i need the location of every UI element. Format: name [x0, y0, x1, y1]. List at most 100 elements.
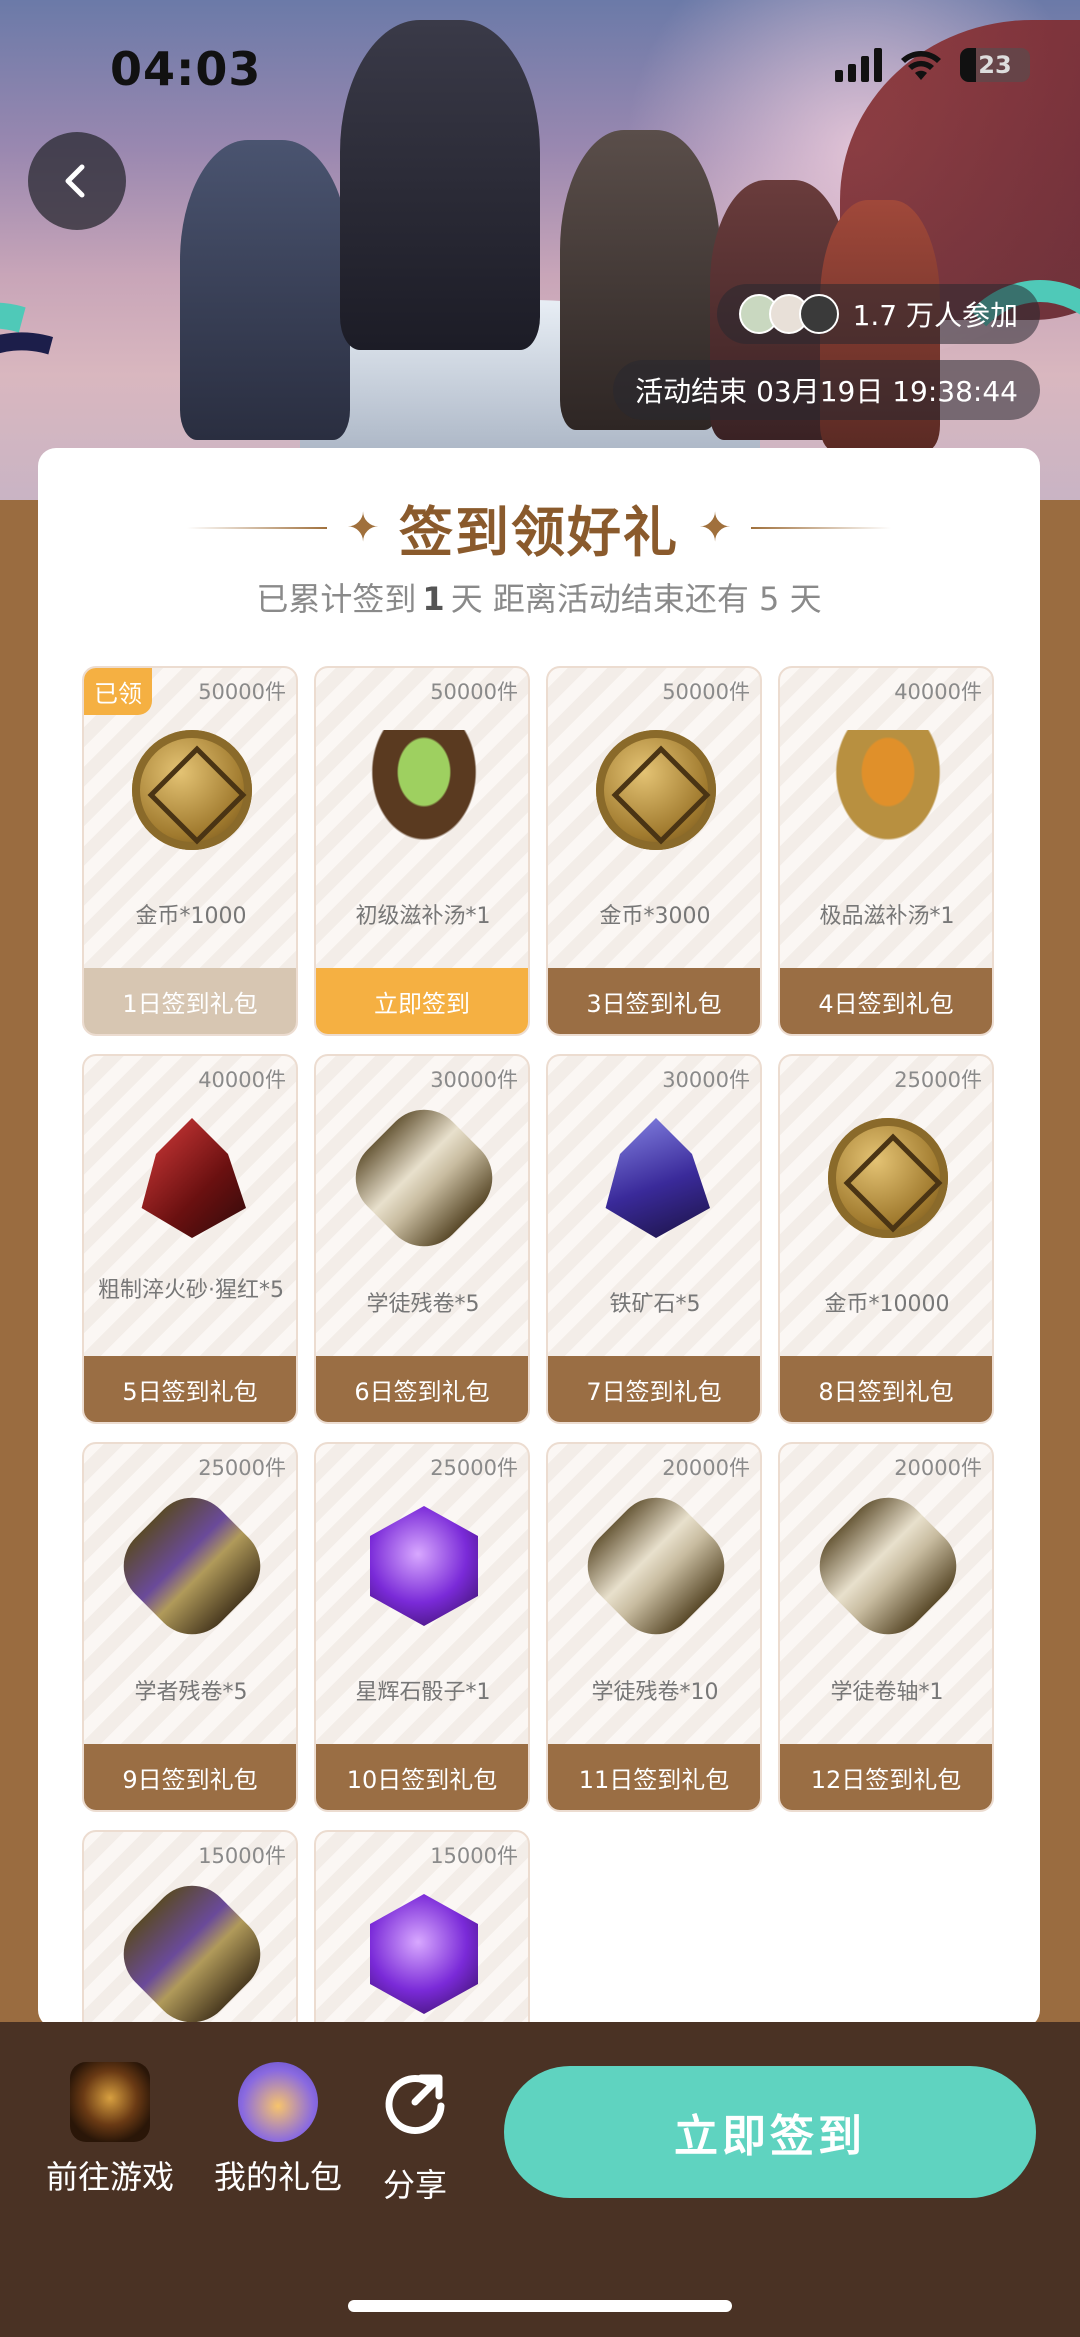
share-label: 分享: [382, 2166, 447, 2204]
reward-stock-count: 15000件: [430, 1844, 518, 1868]
claimed-badge: 已领: [84, 668, 152, 715]
sparkle-icon: ✦: [346, 504, 380, 551]
reward-name: 初级滋补汤*1: [355, 904, 491, 929]
scroll-fragment-icon: [571, 1481, 741, 1651]
share-icon: [385, 2074, 445, 2134]
reward-name: 学徒残卷*5: [366, 1292, 480, 1317]
reward-tile[interactable]: 50000件金币*3000 3日签到礼包: [546, 666, 762, 1036]
share-button[interactable]: 分享: [370, 2062, 460, 2206]
reward-name: 星辉石骰子*1: [355, 1680, 491, 1705]
participants-badge: 1.7 万人参加: [716, 284, 1040, 344]
reward-stock-count: 20000件: [894, 1456, 982, 1480]
reward-tile[interactable]: 50000件初级滋补汤*1 立即签到: [314, 666, 530, 1036]
signin-progress-text: 已累计签到 1 天 距离活动结束还有 5 天: [256, 580, 822, 618]
signin-card: ✦ 签到领好礼 ✦ 已累计签到 1 天 距离活动结束还有 5 天 50000件 已领金…: [38, 448, 1040, 2200]
reward-name: 学徒卷轴*1: [830, 1680, 944, 1705]
reward-tile[interactable]: 20000件学徒残卷*10 11日签到礼包: [546, 1442, 762, 1812]
go-to-game-label: 前往游戏: [45, 2158, 174, 2196]
dark-knight-figure: [340, 20, 540, 350]
gold-coin-icon: [132, 730, 252, 850]
bottom-action-bar: 前往游戏 我的礼包 分享 立即签到: [0, 2022, 1080, 2337]
reward-stock-count: 20000件: [662, 1456, 750, 1480]
reward-tile[interactable]: 50000件 已领金币*1000 1日签到礼包: [82, 666, 298, 1036]
sparkle-icon: ✦: [698, 504, 732, 551]
battery-icon: 23: [960, 48, 1030, 82]
reward-grid: 50000件 已领 金币*1000 1日签到礼包 50000件 初级滋补汤*1 立即签到 50…: [82, 666, 994, 2200]
blue-crystal-icon: [605, 1118, 710, 1238]
event-countdown: 活动结束 03月19日 19:38:44: [613, 360, 1040, 420]
my-gifts-label: 我的礼包: [213, 2158, 342, 2196]
status-time: 04:03: [110, 42, 262, 96]
reward-stock-count: 40000件: [894, 680, 982, 704]
reward-stock-count: 50000件: [662, 680, 750, 704]
participants-count: 1.7 万人参加: [852, 299, 1018, 332]
reward-tile[interactable]: 25000件学者残卷*5 9日签到礼包: [82, 1442, 298, 1812]
signin-now-button[interactable]: 立即签到: [504, 2066, 1036, 2198]
reward-stock-count: 30000件: [662, 1068, 750, 1092]
reward-stock-count: 50000件: [430, 680, 518, 704]
reward-tile[interactable]: 30000件铁矿石*5 7日签到礼包: [546, 1054, 762, 1424]
status-icons: 23: [835, 48, 1030, 82]
avatar: [798, 294, 839, 334]
golden-soup-bowl-icon: [828, 730, 948, 850]
daily-gift-button[interactable]: 6日签到礼包: [316, 1356, 528, 1422]
purple-dice-icon: [370, 1506, 478, 1626]
reward-name: 粗制淬火砂·猩红*5: [98, 1278, 284, 1303]
reward-tile[interactable]: 25000件金币*10000 8日签到礼包: [778, 1054, 994, 1424]
divider: [187, 526, 327, 529]
signin-now-tile-button[interactable]: 立即签到: [316, 968, 528, 1034]
gold-coin-icon: [596, 730, 716, 850]
daily-gift-button[interactable]: 5日签到礼包: [84, 1356, 296, 1422]
reward-tile[interactable]: 20000件学徒卷轴*1 12日签到礼包: [778, 1442, 994, 1812]
gold-coin-icon: [828, 1118, 948, 1238]
reward-name: 学者残卷*5: [134, 1680, 248, 1705]
reward-stock-count: 40000件: [198, 1068, 286, 1092]
card-title: 签到领好礼: [399, 501, 679, 564]
daily-gift-button[interactable]: 9日签到礼包: [84, 1744, 296, 1810]
chevron-left-icon: [65, 164, 85, 198]
daily-gift-button[interactable]: 1日签到礼包: [84, 968, 296, 1034]
go-to-game-button[interactable]: 前往游戏: [40, 2062, 180, 2198]
daily-gift-button[interactable]: 4日签到礼包: [780, 968, 992, 1034]
reward-name: 极品滋补汤*1: [819, 904, 955, 929]
reward-stock-count: 15000件: [198, 1844, 286, 1868]
purple-scroll-fragment-icon: [107, 1481, 277, 1651]
daily-gift-button[interactable]: 11日签到礼包: [548, 1744, 760, 1810]
daily-gift-button[interactable]: 10日签到礼包: [316, 1744, 528, 1810]
my-gifts-button[interactable]: 我的礼包: [208, 2062, 348, 2198]
warrior-figure: [180, 140, 350, 440]
daily-gift-button[interactable]: 12日签到礼包: [780, 1744, 992, 1810]
reward-stock-count: 25000件: [198, 1456, 286, 1480]
daily-gift-button[interactable]: 7日签到礼包: [548, 1356, 760, 1422]
participant-avatars: [738, 294, 839, 334]
daily-gift-button[interactable]: 8日签到礼包: [780, 1356, 992, 1422]
reward-stock-count: 30000件: [430, 1068, 518, 1092]
reward-tile[interactable]: 30000件学徒残卷*5 6日签到礼包: [314, 1054, 530, 1424]
back-button[interactable]: [28, 132, 126, 230]
green-soup-bowl-icon: [364, 730, 484, 850]
scroll-fragment-icon: [339, 1093, 509, 1263]
gift-avatar-icon: [238, 2062, 318, 2142]
scroll-icon: [803, 1481, 973, 1651]
reward-name: 金币*3000: [599, 904, 711, 929]
cellular-signal-icon: [835, 48, 882, 82]
reward-stock-count: 25000件: [894, 1068, 982, 1092]
red-crystal-icon: [141, 1118, 246, 1238]
reward-name: 金币*1000: [135, 904, 247, 929]
game-app-icon: [70, 2062, 150, 2142]
reward-tile[interactable]: 40000件粗制淬火砂·猩红*5 5日签到礼包: [82, 1054, 298, 1424]
card-title-row: ✦ 签到领好礼 ✦: [38, 488, 1040, 567]
reward-name: 金币*10000: [824, 1292, 950, 1317]
reward-name: 铁矿石*5: [609, 1292, 701, 1317]
purple-scroll-fragment-icon: [107, 1869, 277, 2039]
reward-tile[interactable]: 40000件极品滋补汤*1 4日签到礼包: [778, 666, 994, 1036]
purple-dice-icon: [370, 1894, 478, 2014]
reward-stock-count: 25000件: [430, 1456, 518, 1480]
reward-tile[interactable]: 25000件星辉石骰子*1 10日签到礼包: [314, 1442, 530, 1812]
daily-gift-button[interactable]: 3日签到礼包: [548, 968, 760, 1034]
reward-stock-count: 50000件: [198, 680, 286, 704]
wifi-icon: [901, 51, 941, 80]
home-indicator: [348, 2300, 732, 2312]
divider: [751, 526, 891, 529]
reward-name: 学徒残卷*10: [591, 1680, 719, 1705]
